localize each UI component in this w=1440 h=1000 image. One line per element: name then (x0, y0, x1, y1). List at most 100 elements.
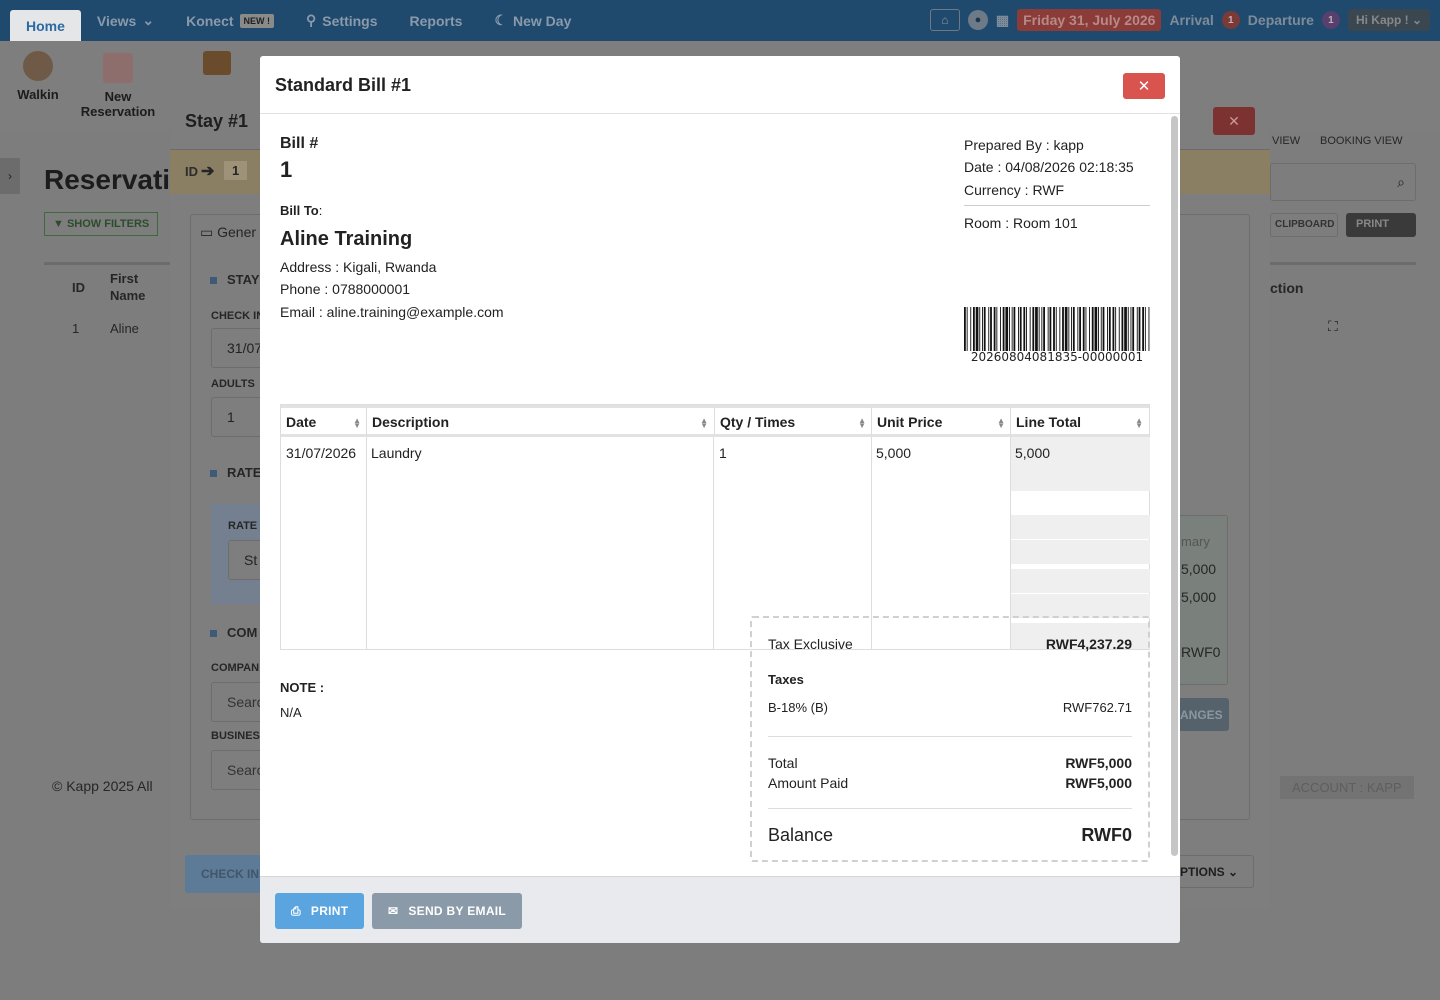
row-stripe (1011, 594, 1150, 618)
account-label: ACCOUNT : KAPP (1280, 776, 1414, 799)
row-name: Aline (110, 321, 139, 336)
sort-icon: ▲ ▼ (997, 416, 1005, 430)
printer-icon: ⎙ (291, 903, 301, 918)
tab-reports[interactable]: Reports (394, 0, 479, 41)
col-name: Name (110, 288, 146, 303)
tax-exclusive-row: Tax Exclusive RWF4,237.29 (768, 636, 1132, 652)
stay-title: Stay #1 (185, 111, 249, 131)
briefcase-icon (203, 51, 231, 75)
taxes-heading: Taxes (768, 672, 804, 687)
col-first: First (110, 271, 139, 286)
tab-new-day[interactable]: ☾ New Day (478, 0, 587, 41)
bill-body: Bill # 1 Prepared By : kapp Date : 04/08… (260, 114, 1180, 876)
tab-views[interactable]: Views ⌄ (81, 0, 170, 41)
bill-room: Room : Room 101 (964, 215, 1078, 231)
sidebar-toggle[interactable]: › (0, 158, 20, 194)
bill-number: 1 (280, 157, 293, 182)
clipboard-button[interactable]: CLIPBOARD (1270, 213, 1338, 237)
arrival-link[interactable]: Arrival (1169, 12, 1213, 28)
stay-close-button[interactable]: ✕ (1213, 107, 1255, 135)
briefcase-button[interactable] (203, 51, 231, 81)
business-label: BUSINES (211, 730, 260, 742)
bill-modal-footer: ⎙ PRINT ✉ SEND BY EMAIL (260, 876, 1180, 943)
options-button[interactable]: PTIONS ⌄ (1178, 855, 1254, 888)
col-id: ID (72, 280, 85, 295)
moon-icon: ☾ (494, 12, 507, 28)
bill-modal-header: Standard Bill #1 ✕ (260, 56, 1180, 114)
column-divider (366, 437, 714, 649)
company-section: COM (210, 625, 257, 640)
adults-label: ADULTS (211, 378, 255, 390)
new-reservation-button[interactable]: New Reservation (80, 53, 156, 119)
user-menu[interactable]: Hi Kapp ! ⌄ (1347, 9, 1430, 31)
sort-icon: ▲ ▼ (353, 416, 361, 430)
card-icon: ▭ (200, 224, 218, 240)
cell-qty: 1 (719, 445, 727, 461)
chevron-down-icon: ⌄ (142, 12, 155, 28)
row-stripe (1011, 569, 1150, 593)
print-list-button[interactable]: PRINT (1346, 213, 1416, 237)
row-id: 1 (72, 321, 80, 336)
arrival-count: 1 (1221, 11, 1240, 29)
tab-settings[interactable]: ⚲ Settings (290, 0, 394, 41)
cell-line-total: 5,000 (1015, 445, 1051, 461)
barcode-image (964, 307, 1150, 351)
customer-name: Aline Training (280, 228, 413, 250)
search-icon: ⌕ (1397, 174, 1405, 190)
send-by-email-button[interactable]: ✉ SEND BY EMAIL (372, 893, 523, 929)
home-button[interactable]: ⌂ (929, 9, 960, 31)
filter-icon: ▼ (53, 218, 67, 230)
amount-paid-row: Amount Paid RWF5,000 (768, 775, 1132, 791)
calendar-icon: ▦ (995, 11, 1010, 28)
view-link[interactable]: VIEW (1272, 135, 1300, 147)
arrow-icon: ➔ (201, 163, 215, 180)
customer-address: Address : Kigali, Rwanda (280, 259, 437, 275)
col-unit-price[interactable]: Unit Price ▲ ▼ (871, 405, 1011, 437)
bill-modal: Standard Bill #1 ✕ Bill # 1 Prepared By … (260, 56, 1180, 943)
bill-summary: Tax Exclusive RWF4,237.29 Taxes B-18% (B)… (750, 616, 1150, 862)
tax-line-row: B-18% (B) RWF762.71 (768, 700, 1132, 715)
sort-icon: ▲ ▼ (858, 416, 866, 430)
close-icon: ✕ (1228, 112, 1240, 129)
stay-summary-panel: mary 5,000 5,000 RWF0 (1178, 515, 1228, 685)
close-icon: ✕ (1137, 78, 1151, 95)
col-date[interactable]: Date ▲ ▼ (281, 405, 367, 437)
footer-text: © Kapp 2025 All (52, 778, 153, 794)
bill-number-label: Bill # (280, 135, 319, 152)
divider (964, 205, 1150, 206)
walkin-button[interactable]: Walkin (16, 51, 60, 102)
general-tab[interactable]: ▭ Gener (200, 224, 256, 241)
departure-count: 1 (1321, 11, 1340, 29)
print-button[interactable]: ⎙ PRINT (275, 893, 365, 929)
cell-date: 31/07/2026 (286, 445, 357, 461)
row-stripe (1011, 515, 1150, 539)
col-line-total[interactable]: Line Total ▲ ▼ (1010, 405, 1149, 437)
tab-konect[interactable]: Konect NEW ! (170, 0, 290, 41)
prepared-by: Prepared By : kapp (964, 137, 1084, 153)
save-changes-button[interactable]: ANGES (1178, 698, 1229, 731)
link-icon: ⚲ (306, 12, 317, 28)
customer-phone: Phone : 0788000001 (280, 281, 411, 297)
scrollbar[interactable] (1171, 116, 1178, 856)
column-divider (281, 437, 367, 649)
bill-close-button[interactable]: ✕ (1123, 73, 1165, 99)
show-filters-button[interactable]: ▼ SHOW FILTERS (44, 212, 159, 236)
col-action: ction (1270, 280, 1304, 296)
home-icon: ⌂ (941, 13, 949, 27)
person-icon (23, 51, 53, 81)
page-title: Reservati (44, 164, 171, 195)
search-box[interactable]: ⌕ (1270, 163, 1416, 201)
sort-icon: ▲ ▼ (700, 416, 708, 430)
id-value: 1 (224, 161, 248, 180)
barcode-text: 20260804081835-00000001 (970, 350, 1144, 364)
bell-icon[interactable]: ● (967, 10, 988, 30)
bill-currency: Currency : RWF (964, 182, 1065, 198)
col-qty[interactable]: Qty / Times ▲ ▼ (714, 405, 872, 437)
bill-items-table: Date ▲ ▼ Description ▲ ▼ Qty / Times ▲ ▼ Unit … (280, 404, 1150, 650)
booking-view-link[interactable]: BOOKING VIEW (1320, 135, 1403, 147)
col-description[interactable]: Description ▲ ▼ (366, 405, 714, 437)
expand-icon[interactable]: ⛶ (1328, 318, 1338, 335)
departure-link[interactable]: Departure (1248, 12, 1314, 28)
tab-home[interactable]: Home (10, 10, 81, 41)
stay-section: STAY (210, 272, 260, 287)
